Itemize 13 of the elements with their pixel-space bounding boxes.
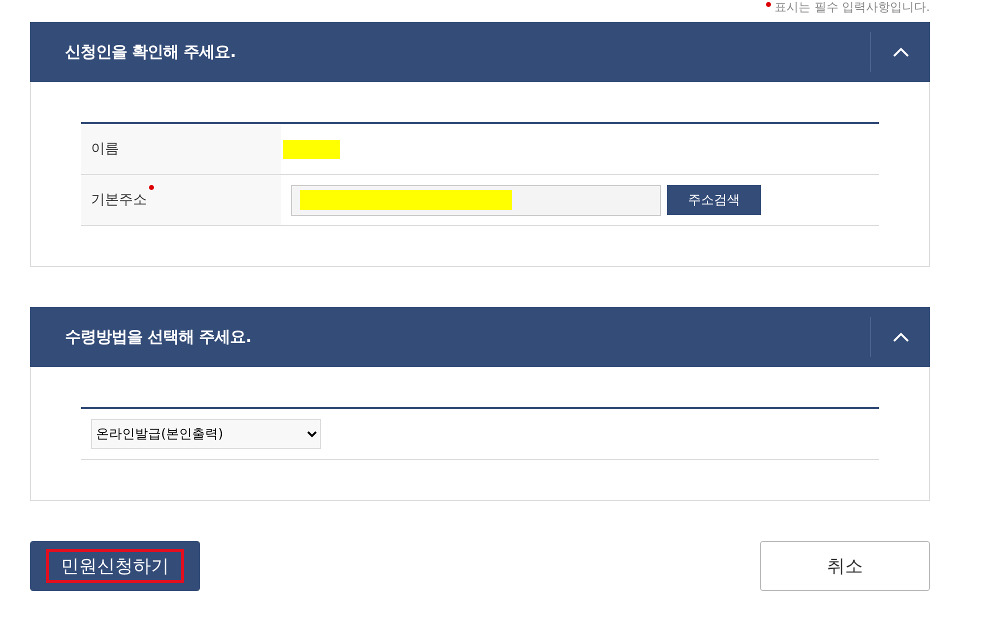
address-field[interactable] [291, 184, 661, 216]
chevron-up-icon [892, 332, 910, 342]
receipt-method-select[interactable]: 온라인발급(본인출력) [91, 419, 321, 449]
section-title: 수령방법을 선택해 주세요. [65, 326, 252, 348]
field-label: 이름 [81, 124, 281, 174]
address-search-button[interactable]: 주소검색 [667, 185, 761, 215]
section-title: 신청인을 확인해 주세요. [65, 42, 236, 62]
required-note: 표시는 필수 입력사항입니다. [774, 0, 930, 14]
cancel-button[interactable]: 취소 [760, 541, 930, 591]
required-dot [766, 2, 771, 7]
submit-button[interactable]: 민원신청하기 [30, 541, 200, 591]
field-label: 기본주소 [81, 175, 281, 225]
chevron-up-icon [892, 47, 910, 57]
